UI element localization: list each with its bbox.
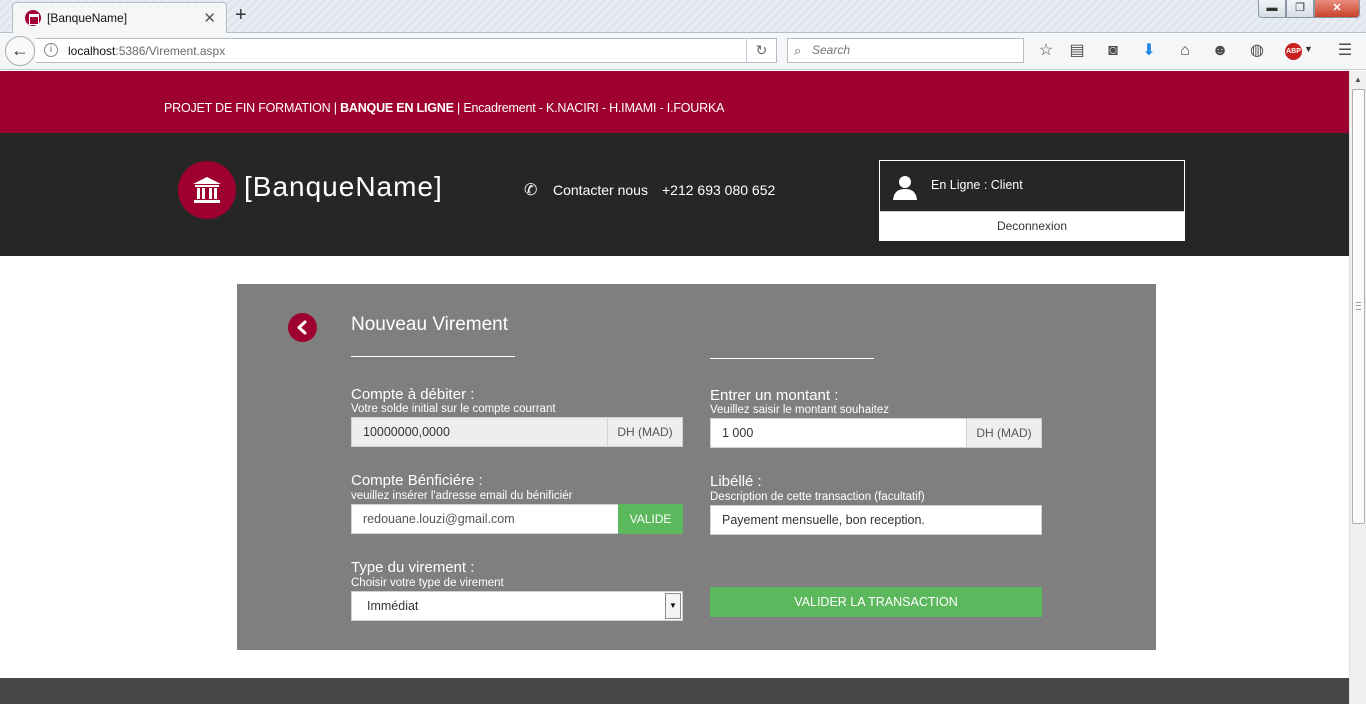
restore-icon[interactable]: ❐	[1286, 0, 1314, 18]
user-icon	[893, 176, 917, 200]
url-host: localhost	[68, 44, 116, 58]
url-bar[interactable]: i localhost:5386/Virement.aspx ↻	[36, 38, 777, 63]
web-page: PROJET DE FIN FORMATION | BANQUE EN LIGN…	[0, 71, 1349, 704]
browser-tab-bar: [BanqueName] ✕ + ▬ ❐ ✕	[0, 0, 1366, 33]
banner-bold: BANQUE EN LIGNE	[340, 101, 454, 115]
minimize-icon[interactable]: ▬	[1258, 0, 1286, 18]
phone-icon: ✆	[524, 182, 538, 199]
beneficiary-field[interactable]: VALIDE	[351, 504, 683, 534]
bank-logo-icon[interactable]	[178, 161, 236, 219]
scroll-up-icon[interactable]: ▲	[1354, 75, 1362, 84]
close-window-icon[interactable]: ✕	[1314, 0, 1360, 18]
type-sublabel: Choisir votre type de virement	[351, 577, 504, 589]
banner-suffix: | Encadrement - K.NACIRI - H.IMAMI - I.F…	[453, 101, 725, 115]
form-title: Nouveau Virement	[351, 314, 509, 335]
site-info-icon[interactable]: i	[44, 43, 58, 57]
transfer-type-selected: Immédiat	[367, 599, 419, 613]
amount-field[interactable]: DH (MAD)	[710, 418, 1042, 448]
site-header: [BanqueName] ✆ Contacter nous +212 693 0…	[0, 133, 1349, 256]
home-icon[interactable]: ⌂	[1173, 39, 1197, 63]
libelle-input[interactable]	[711, 506, 1039, 534]
libelle-label: Libéllé :	[710, 473, 762, 490]
chevron-down-icon[interactable]: ▼	[665, 593, 681, 619]
contact-label: Contacter nous	[553, 182, 648, 198]
amount-label: Entrer un montant :	[710, 387, 839, 404]
title-divider-left	[351, 356, 515, 357]
adblock-menu-chevron-icon[interactable]: ▼	[1304, 44, 1313, 54]
browser-tab[interactable]: [BanqueName] ✕	[12, 2, 227, 33]
libelle-sublabel: Description de cette transaction (facult…	[710, 491, 925, 503]
browser-back-button[interactable]: ←	[5, 36, 35, 66]
globe-icon[interactable]: ◍	[1245, 39, 1269, 63]
window-controls: ▬ ❐ ✕	[1258, 0, 1360, 18]
transfer-form-panel: Nouveau Virement Compte à débiter : Votr…	[237, 284, 1156, 650]
amount-sublabel: Veuillez saisir le montant souhaitez	[710, 404, 889, 416]
transfer-type-select[interactable]: Immédiat ▼	[351, 591, 683, 621]
brand-name[interactable]: [BanqueName]	[244, 171, 443, 203]
project-banner: PROJET DE FIN FORMATION | BANQUE EN LIGN…	[0, 71, 1349, 133]
scroll-grip-icon	[1356, 302, 1361, 310]
back-chevron-icon[interactable]	[288, 313, 317, 342]
url-text: localhost:5386/Virement.aspx	[68, 44, 225, 58]
debit-label: Compte à débiter :	[351, 386, 475, 403]
bookmark-star-icon[interactable]: ☆	[1034, 39, 1058, 63]
beneficiary-label: Compte Bénficiére :	[351, 472, 483, 489]
browser-search-input[interactable]	[812, 43, 1012, 57]
adblock-icon[interactable]: ABP	[1285, 43, 1302, 60]
reading-list-icon[interactable]: ▤	[1065, 39, 1089, 63]
tab-title: [BanqueName]	[47, 11, 128, 25]
logout-button[interactable]: Deconnexion	[880, 211, 1184, 240]
banner-text: PROJET DE FIN FORMATION | BANQUE EN LIGN…	[164, 101, 724, 115]
site-footer	[0, 678, 1349, 704]
libelle-field[interactable]	[710, 505, 1042, 535]
contact-phone: +212 693 080 652	[662, 182, 776, 198]
debit-account-field: DH (MAD)	[351, 417, 683, 447]
user-box: En Ligne : Client Deconnexion	[879, 160, 1185, 241]
hamburger-menu-icon[interactable]: ☰	[1333, 39, 1357, 63]
beneficiary-sublabel: veuillez insérer l'adresse email du béni…	[351, 490, 573, 502]
browser-search-bar[interactable]: ⌕	[787, 38, 1024, 63]
new-tab-icon[interactable]: +	[235, 4, 247, 27]
debit-balance-input	[352, 418, 607, 446]
tab-close-icon[interactable]: ✕	[203, 9, 216, 27]
debit-sublabel: Votre solde initial sur le compte courra…	[351, 403, 556, 415]
search-icon: ⌕	[794, 43, 802, 58]
browser-toolbar: ← i localhost:5386/Virement.aspx ↻ ⌕ ☆ ▤…	[0, 33, 1366, 70]
amount-input[interactable]	[711, 419, 966, 447]
banner-prefix: PROJET DE FIN FORMATION |	[164, 101, 341, 115]
page-scrollbar[interactable]: ▲	[1349, 71, 1366, 704]
validate-beneficiary-button[interactable]: VALIDE	[618, 504, 683, 534]
user-status: En Ligne : Client	[931, 178, 1023, 192]
type-label: Type du virement :	[351, 559, 475, 576]
debit-currency-addon: DH (MAD)	[607, 418, 682, 446]
chat-icon[interactable]: ☻	[1208, 39, 1232, 63]
pocket-icon[interactable]: ◙	[1101, 39, 1125, 63]
bank-favicon-icon	[25, 10, 41, 26]
beneficiary-email-input[interactable]	[352, 505, 617, 533]
amount-currency-addon: DH (MAD)	[966, 419, 1041, 447]
reload-icon[interactable]: ↻	[746, 39, 776, 62]
title-divider-right	[710, 358, 874, 359]
submit-transaction-button[interactable]: VALIDER LA TRANSACTION	[710, 587, 1042, 617]
scroll-thumb[interactable]	[1352, 89, 1365, 524]
url-path: :5386/Virement.aspx	[115, 44, 226, 58]
downloads-icon[interactable]: ⬇	[1137, 39, 1161, 63]
